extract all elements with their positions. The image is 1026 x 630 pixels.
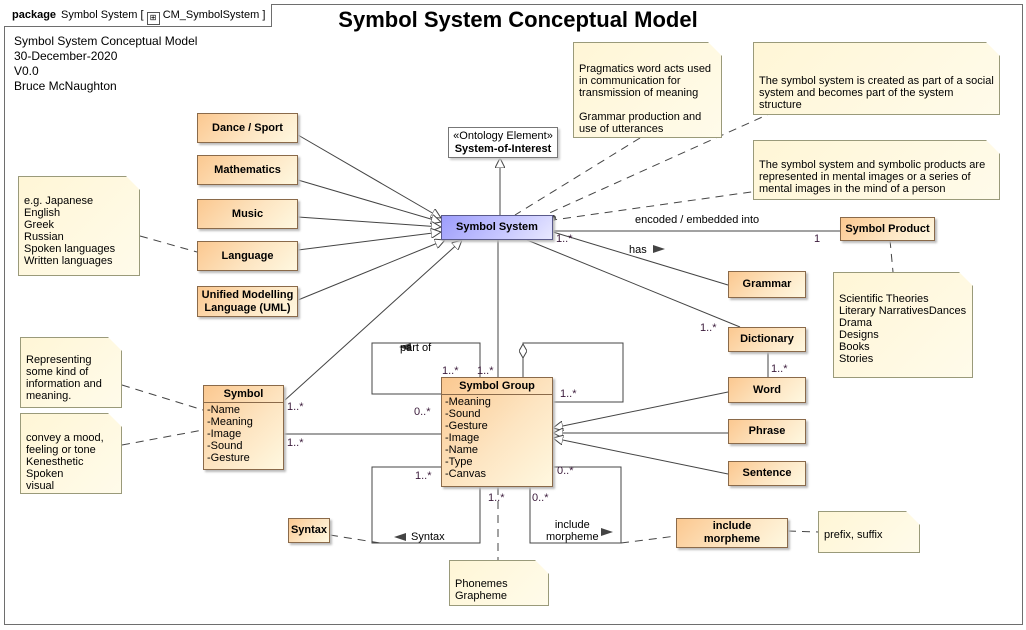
class-mathematics[interactable]: Mathematics xyxy=(197,155,298,185)
multiplicity: 0..* xyxy=(557,465,574,477)
class-symbol-name: Symbol xyxy=(204,386,283,403)
note-representing[interactable]: Representing some kind of information an… xyxy=(20,337,122,408)
multiplicity: 1..* xyxy=(700,322,717,334)
class-music[interactable]: Music xyxy=(197,199,298,229)
note-text: e.g. Japanese English Greek Russian Spok… xyxy=(24,195,116,267)
multiplicity: 0..* xyxy=(414,406,431,418)
note-mood[interactable]: convey a mood, feeling or tone Kenesthet… xyxy=(20,413,122,494)
class-symbol-group-name: Symbol Group xyxy=(442,378,552,395)
class-symbol[interactable]: Symbol -Name -Meaning -Image -Sound -Gesture xyxy=(203,385,284,470)
multiplicity: 1..* xyxy=(477,365,494,377)
note-text: prefix, suffix xyxy=(824,529,883,541)
note-text: Phonemes Grapheme xyxy=(455,578,508,602)
stereotype-label: «Ontology Element» xyxy=(453,130,553,142)
class-symbol-system[interactable]: Symbol System xyxy=(441,215,553,240)
class-language[interactable]: Language xyxy=(197,241,298,271)
multiplicity: 1..* xyxy=(556,233,573,245)
attribute: -Name xyxy=(445,444,479,456)
note-text: The symbol system and symbolic products … xyxy=(759,159,986,195)
label-encoded: encoded / embedded into xyxy=(635,214,760,226)
note-text: Representing some kind of information an… xyxy=(26,354,102,402)
attribute: -Meaning xyxy=(445,396,491,408)
note-pragmatics[interactable]: Pragmatics word acts used in communicati… xyxy=(573,42,722,138)
label-syntax: Syntax xyxy=(411,531,445,543)
class-word[interactable]: Word xyxy=(728,377,806,403)
attribute: -Image xyxy=(207,428,242,440)
multiplicity: 1 xyxy=(814,233,821,245)
multiplicity: 1..* xyxy=(560,388,577,400)
attribute: -Name xyxy=(207,404,241,416)
class-phrase[interactable]: Phrase xyxy=(728,419,806,444)
note-prefix-suffix[interactable]: prefix, suffix xyxy=(818,511,920,553)
label-include-morpheme: include morpheme xyxy=(546,519,599,543)
multiplicity: 1..* xyxy=(415,470,432,482)
multiplicity: 0..* xyxy=(532,492,549,504)
multiplicity: 1..* xyxy=(442,365,459,377)
class-dance-sport[interactable]: Dance / Sport xyxy=(197,113,298,143)
note-text: The symbol system is created as part of … xyxy=(759,75,994,111)
class-dictionary[interactable]: Dictionary xyxy=(728,327,806,352)
attribute: -Canvas xyxy=(445,468,486,480)
note-languages[interactable]: e.g. Japanese English Greek Russian Spok… xyxy=(18,176,140,276)
ontology-name: System-of-Interest xyxy=(454,143,552,155)
multiplicity: 1..* xyxy=(771,363,788,375)
note-mental-images[interactable]: The symbol system and symbolic products … xyxy=(753,140,1000,200)
note-social[interactable]: The symbol system is created as part of … xyxy=(753,42,1000,115)
class-symbol-product[interactable]: Symbol Product xyxy=(840,217,935,241)
note-phonemes[interactable]: Phonemes Grapheme xyxy=(449,560,549,606)
attribute: -Gesture xyxy=(207,452,250,464)
multiplicity: 1..* xyxy=(287,401,304,413)
note-text: Scientific Theories Literary NarrativesD… xyxy=(839,293,967,365)
class-include-morpheme[interactable]: include morpheme xyxy=(676,518,788,548)
note-text: convey a mood, feeling or tone Kenesthet… xyxy=(26,432,104,492)
ontology-element[interactable]: «Ontology Element» System-of-Interest xyxy=(448,127,558,158)
multiplicity: 1..* xyxy=(287,437,304,449)
label-part-of: part of xyxy=(400,342,432,354)
attribute: -Sound xyxy=(207,440,243,452)
attribute: -Image xyxy=(445,432,480,444)
class-uml[interactable]: Unified Modelling Language (UML) xyxy=(197,286,298,317)
class-syntax[interactable]: Syntax xyxy=(288,518,330,543)
attribute: -Sound xyxy=(445,408,481,420)
class-sentence[interactable]: Sentence xyxy=(728,461,806,486)
note-symbol-products[interactable]: Scientific Theories Literary NarrativesD… xyxy=(833,272,973,378)
label-has: has xyxy=(629,244,647,256)
attribute: -Gesture xyxy=(445,420,488,432)
multiplicity: 1..* xyxy=(488,492,505,504)
class-symbol-group[interactable]: Symbol Group -Meaning -Sound -Gesture -Imag… xyxy=(441,377,553,487)
class-grammar[interactable]: Grammar xyxy=(728,271,806,298)
attribute: -Type xyxy=(445,456,473,468)
attribute: -Meaning xyxy=(207,416,253,428)
note-text: Pragmatics word acts used in communicati… xyxy=(579,63,712,135)
